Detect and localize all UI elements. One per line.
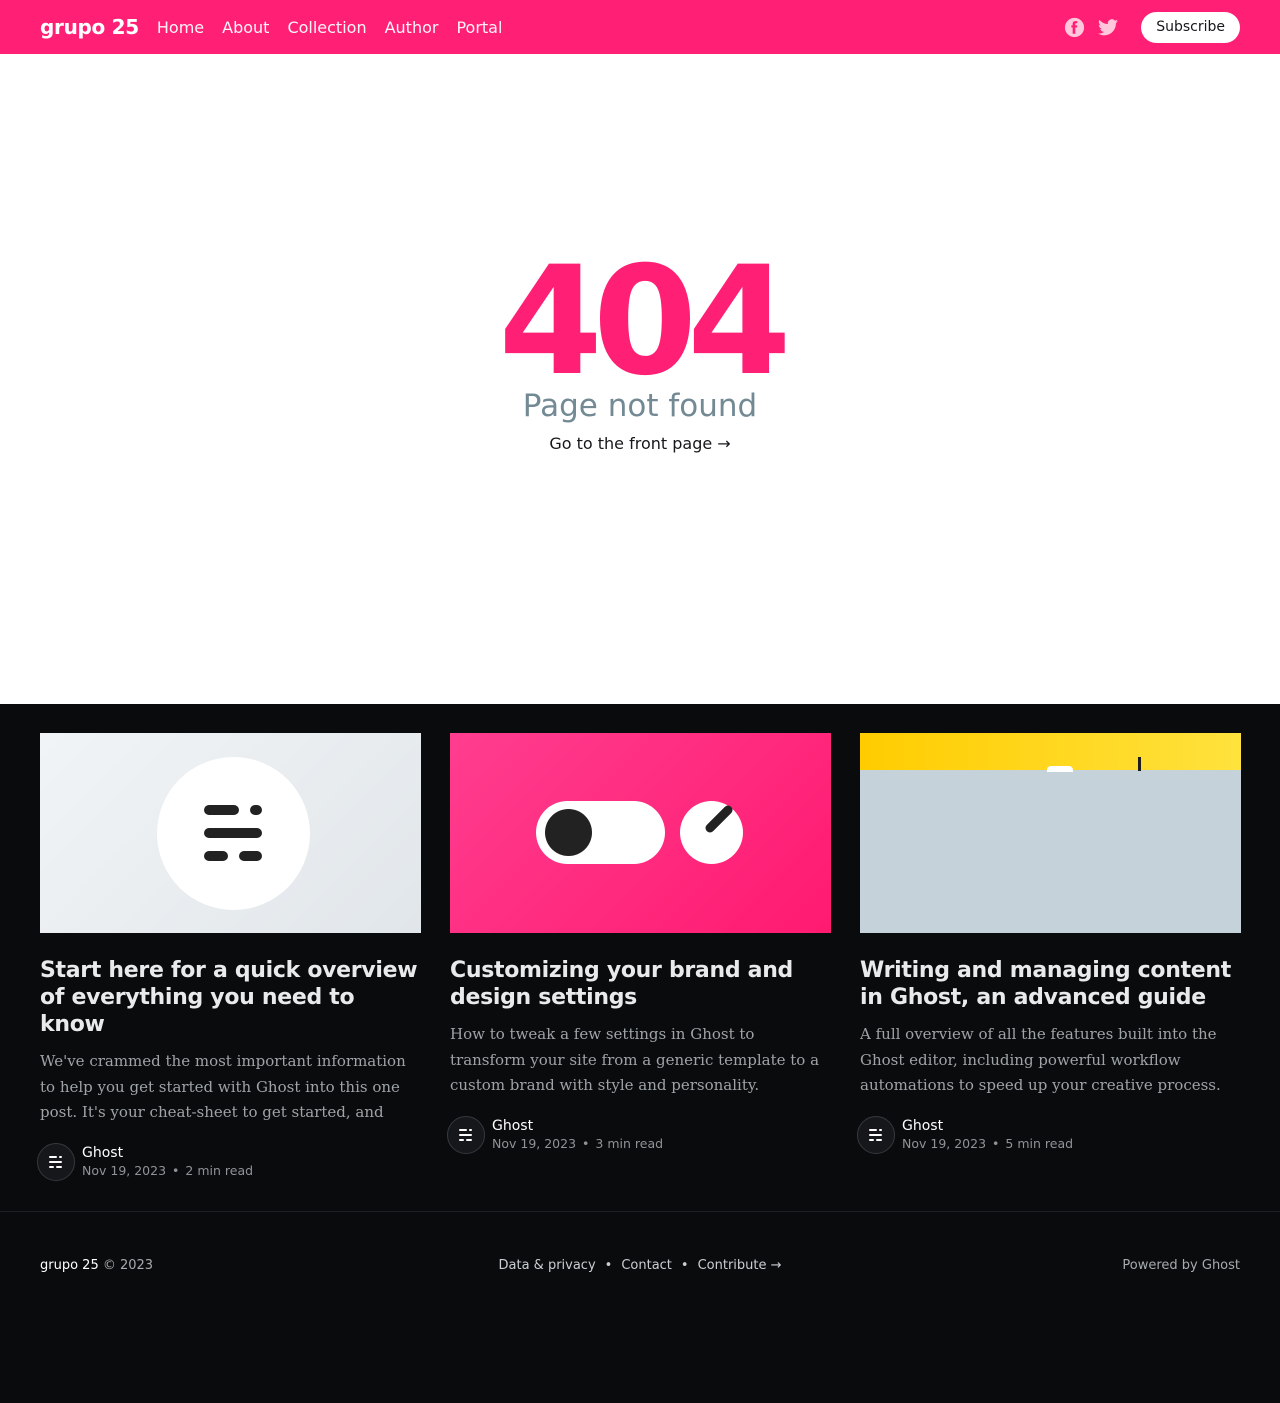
author-avatar[interactable] <box>37 1143 75 1181</box>
dial-icon <box>680 801 743 864</box>
post-card-date: Nov 19, 2023 <box>82 1163 167 1178</box>
post-card-title[interactable]: Writing and managing content in Ghost, a… <box>860 957 1241 1011</box>
post-card-meta: Ghost Nov 19, 2023 • 3 min read <box>447 1116 831 1154</box>
post-card-title[interactable]: Customizing your brand and design settin… <box>450 957 831 1011</box>
ghost-logo-icon <box>869 1129 882 1141</box>
toggle-icon <box>536 801 665 864</box>
post-card-title[interactable]: Start here for a quick overview of every… <box>40 957 421 1038</box>
post-card-excerpt: How to tweak a few settings in Ghost to … <box>450 1025 820 1094</box>
footer-link-data-privacy[interactable]: Data & privacy <box>499 1258 596 1273</box>
post-card-image[interactable] <box>40 733 421 933</box>
nav-item-portal[interactable]: Portal <box>456 18 502 37</box>
post-card[interactable]: Writing and managing content in Ghost, a… <box>857 733 1241 1181</box>
error-message: Page not found <box>522 388 758 424</box>
footer-copyright-text: © 2023 <box>102 1257 154 1273</box>
nav-item-home[interactable]: Home <box>157 18 204 37</box>
post-card-author[interactable]: Ghost <box>82 1144 253 1162</box>
facebook-icon[interactable] <box>1063 16 1085 38</box>
nav-item-collection[interactable]: Collection <box>287 18 366 37</box>
post-card-excerpt: We've crammed the most important informa… <box>40 1052 406 1121</box>
twitter-icon[interactable] <box>1097 16 1119 38</box>
site-footer: grupo 25 © 2023 Data & privacy • Contact… <box>0 1212 1280 1318</box>
footer-nav: Data & privacy • Contact • Contribute → <box>498 1257 782 1273</box>
site-brand-link[interactable]: grupo 25 <box>40 15 139 39</box>
ghost-logo-icon <box>49 1156 62 1168</box>
post-feed: Start here for a quick overview of every… <box>0 704 1280 1212</box>
front-page-link[interactable]: Go to the front page → <box>549 434 730 453</box>
post-card-excerpt: A full overview of all the features buil… <box>860 1025 1221 1094</box>
post-card-image[interactable] <box>860 733 1241 933</box>
post-card-author[interactable]: Ghost <box>902 1117 1073 1135</box>
post-card-meta: Ghost Nov 19, 2023 • 5 min read <box>857 1116 1241 1154</box>
post-card-meta: Ghost Nov 19, 2023 • 2 min read <box>37 1143 421 1181</box>
footer-brand-link[interactable]: grupo 25 <box>40 1258 99 1273</box>
author-avatar[interactable] <box>857 1116 895 1154</box>
ghost-logo-icon <box>459 1129 472 1141</box>
footer-copyright: grupo 25 © 2023 <box>40 1258 499 1273</box>
subscribe-button[interactable]: Subscribe <box>1141 11 1240 43</box>
error-section: 404 Page not found Go to the front page … <box>0 54 1280 704</box>
post-card-reading-time: 5 min read <box>1005 1136 1074 1151</box>
post-card-date: Nov 19, 2023 <box>902 1136 987 1151</box>
powered-by-ghost-link[interactable]: Powered by Ghost <box>1122 1258 1240 1273</box>
post-card-reading-time: 3 min read <box>595 1136 664 1151</box>
author-avatar[interactable] <box>447 1116 485 1154</box>
post-card[interactable]: Customizing your brand and design settin… <box>447 733 831 1181</box>
header-actions: Subscribe <box>1063 11 1240 43</box>
nav-item-about[interactable]: About <box>222 18 269 37</box>
nav-item-author[interactable]: Author <box>385 18 439 37</box>
footer-link-contact[interactable]: Contact <box>621 1258 672 1273</box>
post-card[interactable]: Start here for a quick overview of every… <box>37 733 421 1181</box>
footer-link-contribute[interactable]: Contribute → <box>698 1258 782 1273</box>
post-card-date: Nov 19, 2023 <box>492 1136 577 1151</box>
ghost-logo-icon <box>157 757 310 910</box>
post-card-image[interactable] <box>450 733 831 933</box>
post-card-reading-time: 2 min read <box>185 1163 254 1178</box>
post-card-author[interactable]: Ghost <box>492 1117 663 1135</box>
site-header: grupo 25 Home About Collection Author Po… <box>0 0 1280 54</box>
error-code: 404 <box>498 235 791 409</box>
main-nav: Home About Collection Author Portal <box>157 18 503 37</box>
